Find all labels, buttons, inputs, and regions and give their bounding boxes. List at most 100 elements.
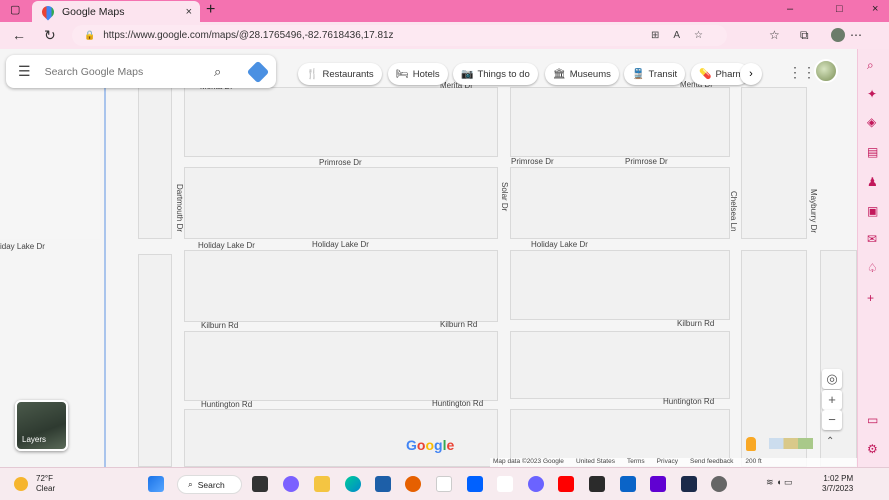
privacy-link[interactable]: Privacy	[657, 458, 678, 467]
amazon-icon[interactable]	[436, 476, 452, 492]
road-label: Kilburn Rd	[440, 320, 478, 329]
amazon-a-icon[interactable]	[497, 476, 513, 492]
profile-avatar[interactable]	[831, 28, 845, 42]
app-icon[interactable]	[589, 476, 605, 492]
map-block	[820, 250, 857, 467]
settings-gear-icon[interactable]	[711, 476, 727, 492]
search-icon[interactable]: ⌕	[867, 58, 874, 73]
camera-icon: 📷	[461, 68, 474, 80]
google-maps-favicon-icon	[39, 3, 57, 20]
chip-label: Things to do	[477, 68, 530, 80]
url-field[interactable]: 🔒 https://www.google.com/maps/@28.176549…	[72, 25, 727, 46]
split-screen-icon[interactable]: ▭	[867, 413, 878, 427]
road-label: Primrose Dr	[319, 158, 362, 167]
favorite-star-icon[interactable]: ☆	[694, 30, 717, 41]
edge-sidebar: ⌕ ✦ ◈ ▤ ♟ ▣ ✉ ♤ + ▭ ⚙	[857, 49, 889, 467]
map-block	[741, 250, 807, 467]
tab-close-button[interactable]: ×	[186, 6, 192, 18]
read-aloud-icon[interactable]: A	[673, 30, 694, 41]
plus-icon: +	[828, 392, 836, 407]
taskbar-clock[interactable]: 1:02 PM 3/7/2023	[822, 474, 853, 494]
zoom-out-button[interactable]: −	[822, 410, 842, 430]
moon-weather-icon	[14, 477, 28, 491]
weather-widget[interactable]: 72°F Clear	[14, 474, 55, 494]
road-label: Huntington Rd	[432, 399, 484, 408]
google-apps-icon[interactable]: ⋮⋮	[788, 64, 816, 81]
edge-browser-icon[interactable]	[345, 476, 361, 492]
chip-label: Transit	[648, 68, 678, 80]
expand-up-icon[interactable]: ⌃	[826, 436, 834, 447]
feedback-link[interactable]: Send feedback	[690, 458, 733, 467]
outlook-icon[interactable]	[620, 476, 636, 492]
back-arrow-icon[interactable]: ←	[12, 27, 26, 43]
layers-button[interactable]: Layers	[15, 400, 68, 451]
sparkle-icon[interactable]: ✦	[867, 87, 877, 101]
map-block	[138, 84, 172, 239]
windows-start-icon[interactable]	[148, 476, 164, 492]
tab-google-maps[interactable]: Google Maps ×	[32, 1, 200, 22]
system-tray[interactable]: ≋ ◖ ▭	[766, 477, 793, 488]
street-view-pegman-icon[interactable]	[746, 437, 756, 451]
waterway	[104, 84, 106, 467]
close-window-button[interactable]: ×	[872, 3, 878, 15]
chip-restaurants[interactable]: 🍴 Restaurants	[298, 63, 382, 85]
google-logo: Google	[406, 437, 455, 453]
scale-label[interactable]: 200 ft	[745, 458, 761, 467]
taskbar-search[interactable]: ⌕ Search	[177, 475, 242, 494]
file-explorer-icon[interactable]	[314, 476, 330, 492]
road-label: Kilburn Rd	[201, 321, 239, 330]
chip-museums[interactable]: 🏛 Museums	[545, 63, 619, 85]
map-block	[510, 331, 730, 399]
bell-icon[interactable]: ♤	[867, 261, 878, 275]
chip-things-to-do[interactable]: 📷 Things to do	[453, 63, 538, 85]
office-icon[interactable]: ▣	[867, 204, 878, 218]
battery-icon: ▭	[784, 477, 793, 487]
yahoo-icon[interactable]	[650, 476, 666, 492]
toolbox-icon[interactable]: ▤	[867, 145, 878, 159]
road-label: Huntington Rd	[201, 400, 253, 409]
gear-icon[interactable]: ⚙	[867, 442, 878, 456]
map-block	[510, 167, 730, 239]
weather-temp: 72°F	[36, 474, 53, 483]
games-icon[interactable]: ♟	[867, 175, 878, 189]
task-view-icon[interactable]	[252, 476, 268, 492]
maximize-button[interactable]: □	[836, 3, 843, 15]
store-icon[interactable]	[375, 476, 391, 492]
chip-transit[interactable]: 🚆 Transit	[624, 63, 686, 85]
favorites-icon[interactable]: ☆	[769, 28, 780, 42]
app-icon[interactable]	[681, 476, 697, 492]
more-options-icon[interactable]: ⋯	[850, 28, 862, 42]
weather-condition: Clear	[36, 484, 56, 493]
account-avatar[interactable]	[814, 59, 838, 83]
app-icon[interactable]	[528, 476, 544, 492]
collections-icon[interactable]: ⧉	[800, 28, 809, 43]
menu-icon[interactable]: ☰	[18, 63, 31, 80]
youtube-icon[interactable]	[558, 476, 574, 492]
minimize-button[interactable]: –	[787, 3, 793, 15]
my-location-button[interactable]: ◎	[822, 369, 842, 389]
map-canvas[interactable]: Merita Dr Merita Dr Merita Dr Primrose D…	[0, 49, 857, 467]
firefox-icon[interactable]	[405, 476, 421, 492]
tab-title: Google Maps	[62, 5, 125, 18]
new-tab-button[interactable]: +	[206, 1, 215, 19]
tab-actions-icon[interactable]: ▢	[10, 3, 20, 16]
chips-next-button[interactable]: ›	[740, 63, 762, 85]
add-icon[interactable]: +	[867, 291, 874, 305]
search-icon[interactable]: ⌕	[214, 64, 221, 80]
directions-icon[interactable]	[246, 60, 270, 83]
search-input[interactable]	[44, 65, 195, 78]
country-link[interactable]: United States	[576, 458, 615, 467]
apps-icon[interactable]: ⊞	[651, 30, 673, 41]
tag-icon[interactable]: ◈	[867, 115, 876, 129]
zoom-in-button[interactable]: +	[822, 390, 842, 410]
road-label: iday Lake Dr	[0, 242, 45, 251]
terms-link[interactable]: Terms	[627, 458, 645, 467]
outlook-icon[interactable]: ✉	[867, 232, 877, 246]
refresh-icon[interactable]: ↻	[44, 27, 56, 44]
dropbox-icon[interactable]	[467, 476, 483, 492]
train-icon: 🚆	[632, 68, 645, 80]
chip-hotels[interactable]: 🛏 Hotels	[388, 63, 448, 85]
search-icon: ⌕	[188, 479, 193, 489]
chat-icon[interactable]	[283, 476, 299, 492]
imagery-thumbnails[interactable]	[769, 438, 813, 449]
